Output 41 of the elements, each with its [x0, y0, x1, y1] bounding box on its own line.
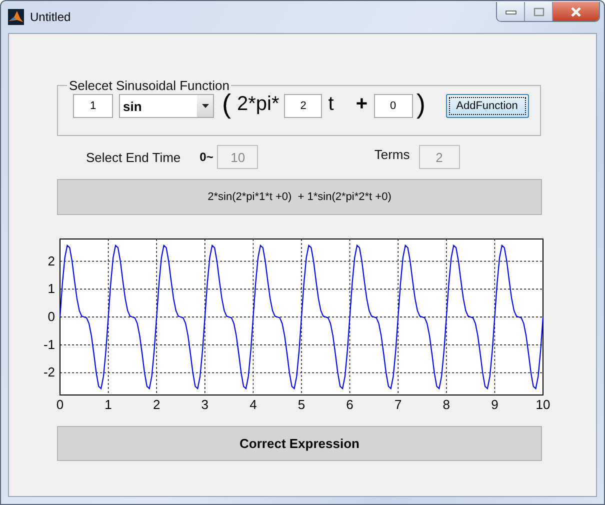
phase-field[interactable]: 0 [374, 94, 413, 118]
function-dropdown[interactable]: sin [119, 94, 214, 118]
close-icon [569, 6, 583, 18]
frequency-field[interactable]: 2 [284, 94, 322, 118]
close-button[interactable] [553, 2, 599, 21]
open-paren: ( [222, 90, 231, 118]
panel-title: Selecet Sinusoidal Function [68, 78, 230, 93]
close-paren: ) [416, 90, 426, 118]
x-tick-label: 0 [56, 397, 64, 412]
y-tick-label: 0 [48, 309, 55, 324]
caret-icon [202, 104, 208, 108]
x-tick-label: 4 [250, 397, 257, 412]
x-tick-label: 5 [298, 397, 306, 412]
expression-display: 2*sin(2*pi*1*t +0) + 1*sin(2*pi*2*t +0) [57, 179, 542, 215]
amplitude-field[interactable]: 1 [73, 94, 113, 118]
end-time-label: Select End Time [86, 150, 181, 164]
x-tick-label: 7 [394, 397, 402, 412]
y-tick-label: 2 [48, 253, 55, 268]
terms-label: Terms [374, 146, 410, 162]
x-tick-label: 8 [442, 397, 450, 412]
x-tick-label: 3 [201, 397, 209, 412]
x-tick-label: 6 [346, 397, 354, 412]
coefficient-label: 2*pi* [237, 94, 280, 114]
plus-label: + [356, 94, 368, 114]
start-time-label: 0~ [200, 150, 214, 164]
x-tick-label: 1 [104, 397, 112, 412]
app-icon [8, 9, 24, 25]
x-tick-label: 9 [491, 397, 498, 412]
y-tick-label: -2 [43, 364, 55, 380]
maximize-button[interactable] [525, 2, 553, 21]
minimize-button[interactable] [497, 2, 525, 21]
x-tick-label: 2 [152, 397, 160, 412]
x-tick-label: 10 [536, 397, 550, 412]
variable-label: t [328, 94, 334, 114]
minimize-icon [504, 8, 516, 14]
maximize-icon [532, 6, 544, 16]
add-function-button[interactable]: AddFunction [446, 94, 529, 118]
window-title: Untitled [30, 10, 71, 24]
y-tick-label: -1 [43, 336, 55, 352]
y-tick-label: 1 [48, 281, 55, 296]
status-display: Correct Expression [57, 426, 542, 461]
